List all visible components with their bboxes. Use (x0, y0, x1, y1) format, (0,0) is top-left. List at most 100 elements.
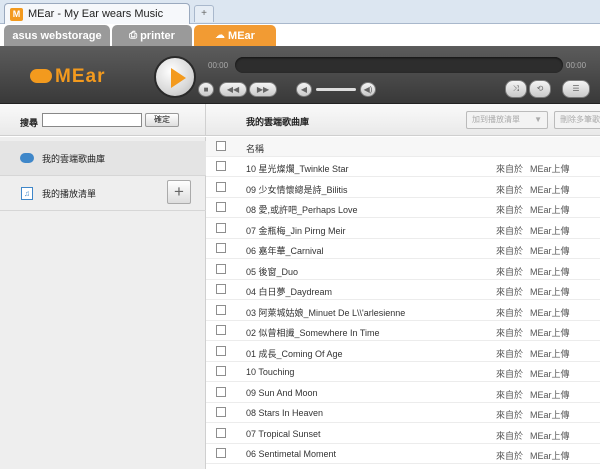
playlist-view-button[interactable]: ☰ (562, 80, 590, 98)
printer-icon: ⎙ (129, 30, 138, 41)
table-row[interactable]: 05 後窗_Duo 來自於 MEar上傳 (206, 260, 600, 280)
chevron-down-icon: ▼ (534, 115, 542, 124)
track-table: 名稱 10 星光燦爛_Twinkle Star 來自於 MEar上傳 09 少女情懷總… (206, 137, 600, 469)
row-checkbox[interactable] (216, 263, 226, 274)
add-to-playlist-label: 加到播放清單 (472, 115, 520, 124)
next-button[interactable]: ▶▶ (249, 82, 277, 97)
play-button[interactable] (154, 56, 196, 98)
track-uploader: MEar上傳 (530, 225, 570, 236)
track-uploader: MEar上傳 (530, 410, 570, 420)
row-checkbox[interactable] (216, 325, 226, 335)
logo-text: MEar (55, 66, 106, 87)
row-checkbox[interactable] (216, 427, 226, 438)
repeat-button[interactable]: ⟲ (529, 80, 551, 98)
table-row[interactable]: 07 Tropical Sunset 來自於 MEar上傳 (206, 424, 600, 444)
track-name: 06 嘉年華_Carnival (246, 246, 324, 256)
track-source-label: 來自於 (496, 307, 524, 318)
track-name: 07 金瓶梅_Jin Pirng Meir (246, 225, 346, 236)
track-name: 05 後窗_Duo (246, 266, 299, 277)
track-name: 09 少女情懷總是詩_Bilitis (246, 184, 348, 195)
track-uploader: MEar上傳 (530, 266, 570, 277)
track-uploader: MEar上傳 (530, 246, 570, 256)
stop-icon: ■ (203, 85, 209, 94)
app-tab-bar: asus webstorage ⎙ printer ☁ MEar (0, 24, 600, 46)
row-checkbox[interactable] (216, 304, 226, 315)
table-row[interactable]: 01 成長_Coming Of Age 來自於 MEar上傳 (206, 342, 600, 362)
row-checkbox[interactable] (216, 161, 226, 171)
track-uploader: MEar上傳 (530, 348, 570, 359)
row-checkbox[interactable] (216, 386, 226, 397)
sidebar-item-library[interactable]: 我的雲端歌曲庫 (0, 141, 206, 176)
table-row[interactable]: 08 愛,或許吧_Perhaps Love 來自於 MEar上傳 (206, 198, 600, 218)
track-source-label: 來自於 (496, 410, 524, 420)
track-name: 10 星光燦爛_Twinkle Star (246, 164, 349, 174)
track-name: 04 白日夢_Daydream (246, 287, 333, 297)
track-name: 08 Stars In Heaven (246, 408, 324, 418)
repeat-icon: ⟲ (536, 84, 544, 93)
volume-slider[interactable] (316, 88, 356, 91)
search-confirm-button[interactable]: 確定 (145, 113, 179, 127)
table-row[interactable]: 07 金瓶梅_Jin Pirng Meir 來自於 MEar上傳 (206, 219, 600, 239)
cloud-icon: ☁ (215, 30, 226, 41)
row-checkbox[interactable] (216, 202, 226, 212)
table-row[interactable]: 06 嘉年華_Carnival 來自於 MEar上傳 (206, 239, 600, 259)
table-row[interactable]: 06 Sentimetal Moment 來自於 MEar上傳 (206, 444, 600, 464)
track-uploader: MEar上傳 (530, 307, 570, 318)
tab-mear[interactable]: ☁ MEar (194, 25, 276, 46)
player-bar: MEar 00:00 00:00 ■ ◀◀ ▶▶ ◀ ◀) ⤨ ⟲ ☰ (0, 46, 600, 104)
table-row[interactable]: 04 白日夢_Daydream 來自於 MEar上傳 (206, 280, 600, 300)
previous-button[interactable]: ◀◀ (219, 82, 247, 97)
table-row[interactable]: 03 阿萊城姑娘_Minuet De L\\'arlesienne 來自於 MEar… (206, 301, 600, 321)
track-source-label: 來自於 (496, 164, 524, 174)
table-row[interactable]: 02 似曾相識_Somewhere In Time 來自於 MEar上傳 (206, 321, 600, 341)
track-uploader: MEar上傳 (530, 328, 570, 338)
volume-up-button[interactable]: ◀) (360, 82, 376, 97)
row-checkbox[interactable] (216, 181, 226, 192)
track-name: 09 Sun And Moon (246, 387, 318, 398)
page-title: 我的雲端歌曲庫 (246, 117, 310, 127)
tab-printer[interactable]: ⎙ printer (112, 25, 192, 46)
table-row[interactable]: 10 Touching 來自於 MEar上傳 (206, 362, 600, 382)
search-input[interactable] (42, 113, 142, 127)
track-source-label: 來自於 (496, 430, 524, 441)
row-checkbox[interactable] (216, 448, 226, 458)
table-row[interactable]: 10 星光燦爛_Twinkle Star 來自於 MEar上傳 (206, 157, 600, 177)
speaker-low-icon: ◀ (300, 85, 308, 94)
row-checkbox[interactable] (216, 407, 226, 417)
mear-favicon-icon: M (10, 7, 23, 21)
stop-button[interactable]: ■ (198, 82, 214, 97)
tab-webstorage[interactable]: asus webstorage (4, 25, 110, 46)
row-checkbox[interactable] (216, 345, 226, 356)
track-uploader: MEar上傳 (530, 451, 570, 461)
track-uploader: MEar上傳 (530, 287, 570, 297)
select-all-checkbox[interactable] (216, 141, 226, 151)
shuffle-button[interactable]: ⤨ (505, 80, 527, 98)
browser-tab[interactable]: M MEar - My Ear wears Music (4, 3, 190, 24)
table-row[interactable]: 08 Stars In Heaven 來自於 MEar上傳 (206, 403, 600, 423)
row-checkbox[interactable] (216, 243, 226, 253)
add-playlist-button[interactable]: + (167, 180, 191, 204)
track-source-label: 來自於 (496, 287, 524, 297)
row-checkbox[interactable] (216, 222, 226, 233)
track-source-label: 來自於 (496, 246, 524, 256)
table-row[interactable]: 09 少女情懷總是詩_Bilitis 來自於 MEar上傳 (206, 178, 600, 198)
table-row[interactable]: 09 Sun And Moon 來自於 MEar上傳 (206, 383, 600, 403)
track-name: 02 似曾相識_Somewhere In Time (246, 328, 380, 338)
track-name: 01 成長_Coming Of Age (246, 348, 343, 359)
fast-forward-icon: ▶▶ (256, 85, 270, 94)
add-to-playlist-button[interactable]: 加到播放清單 ▼ (466, 111, 548, 129)
seek-bar[interactable] (235, 57, 563, 73)
toolbar: 搜尋 確定 我的雲端歌曲庫 加到播放清單 ▼ 刪除多筆歌 (0, 104, 600, 136)
sidebar-item-label: 我的雲端歌曲庫 (42, 153, 106, 164)
delete-selected-button[interactable]: 刪除多筆歌 (554, 111, 600, 129)
track-source-label: 來自於 (496, 369, 524, 379)
row-checkbox[interactable] (216, 284, 226, 294)
volume-down-button[interactable]: ◀ (296, 82, 312, 97)
track-uploader: MEar上傳 (530, 184, 570, 195)
new-tab-button[interactable]: + (194, 5, 214, 22)
track-source-label: 來自於 (496, 205, 524, 215)
track-uploader: MEar上傳 (530, 430, 570, 441)
track-name: 03 阿萊城姑娘_Minuet De L\\'arlesienne (246, 307, 406, 318)
row-checkbox[interactable] (216, 366, 226, 376)
track-source-label: 來自於 (496, 348, 524, 359)
